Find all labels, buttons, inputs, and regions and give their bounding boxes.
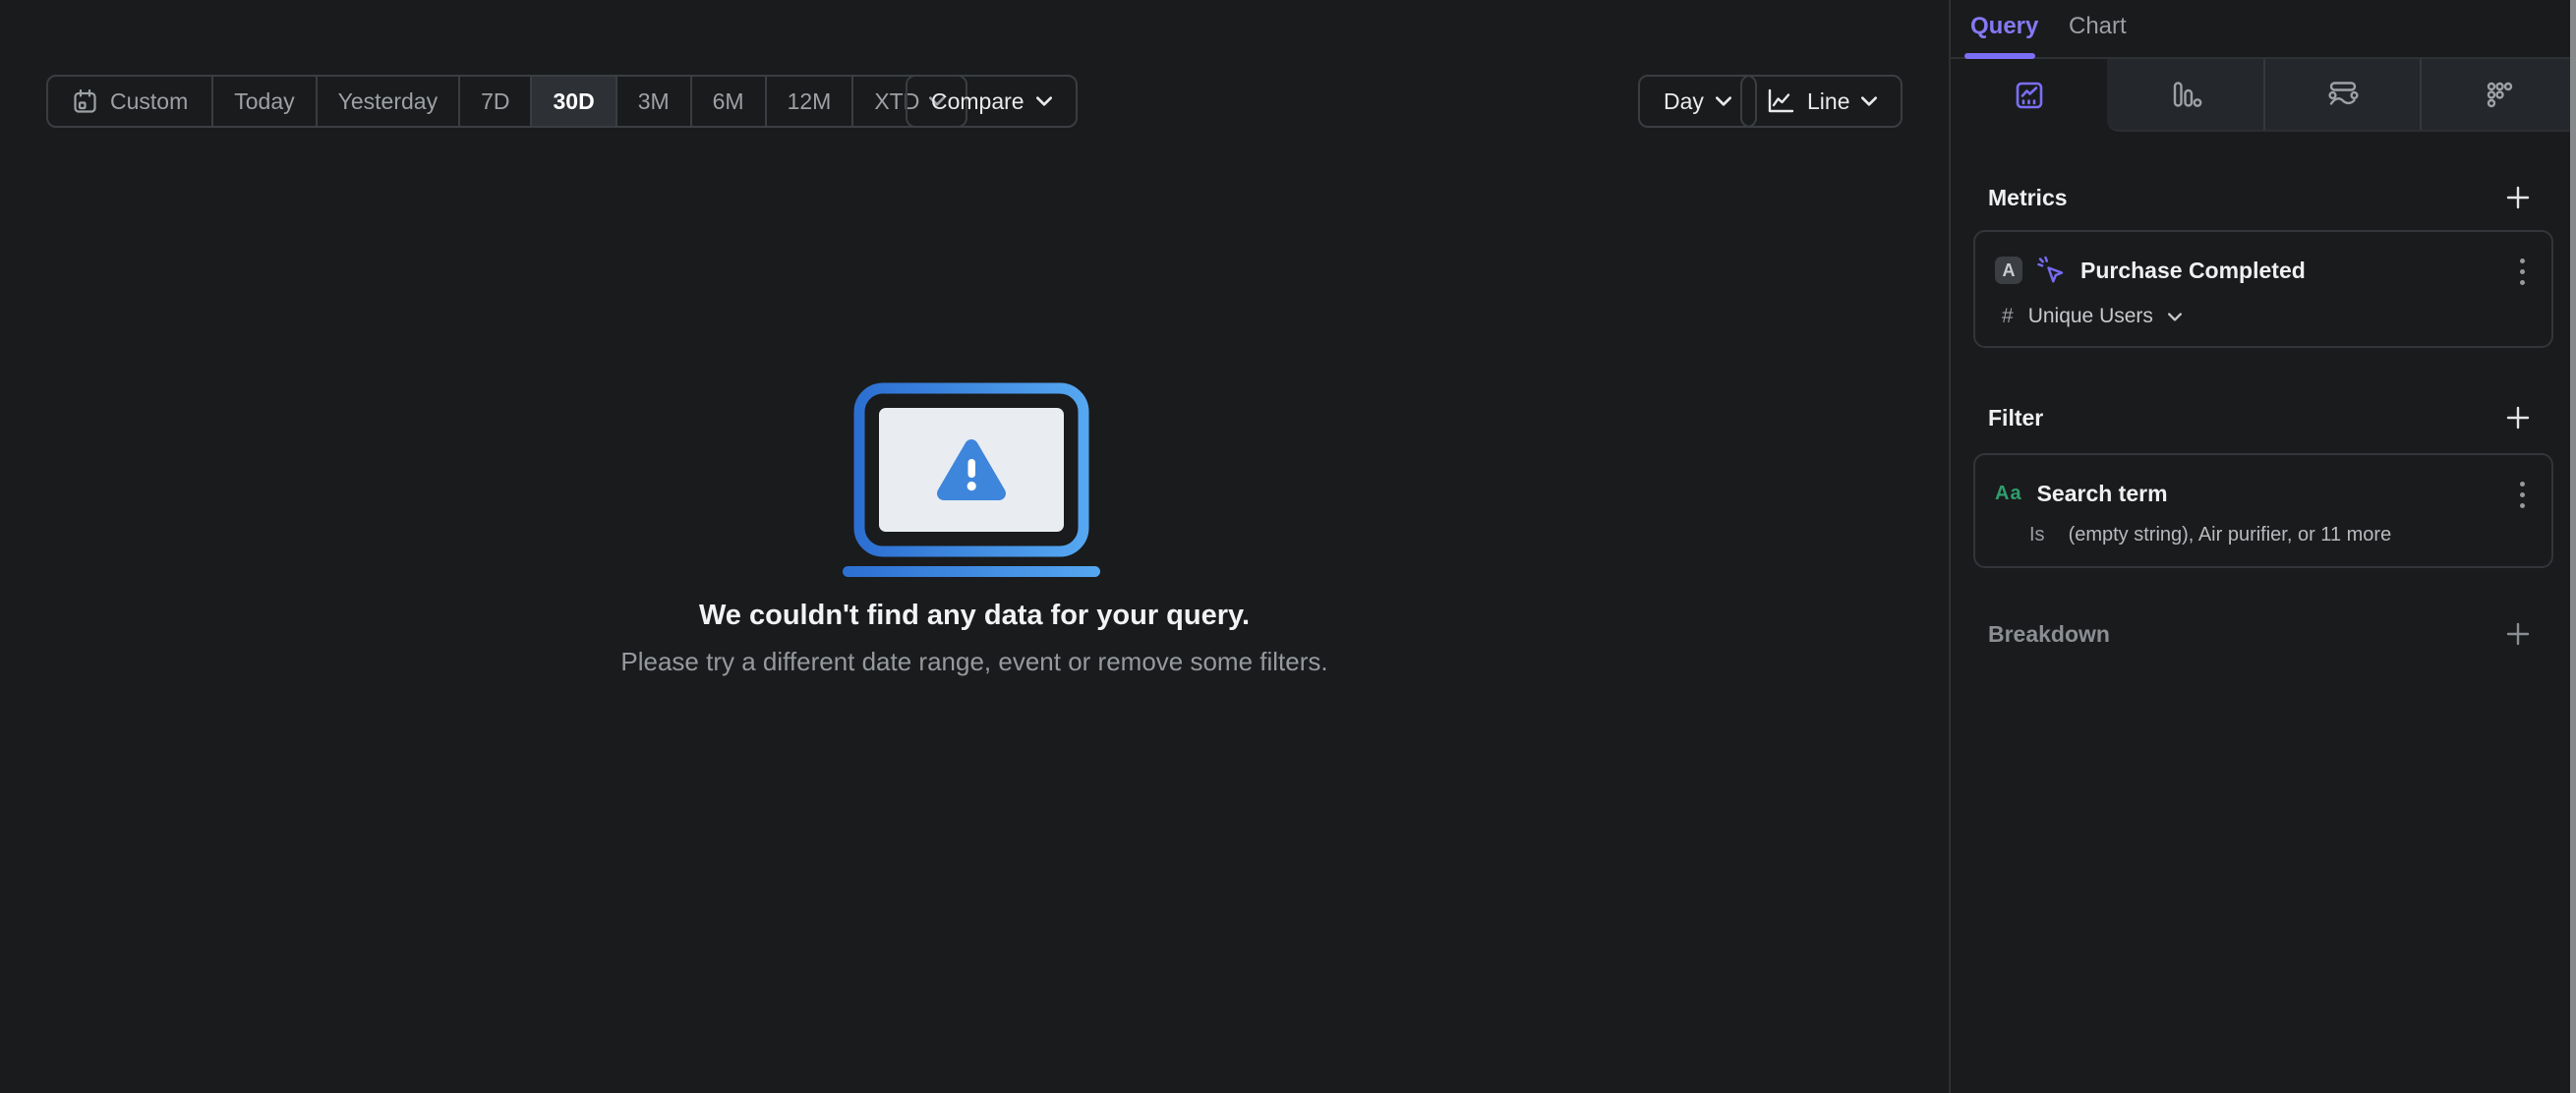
view-tab-insights[interactable] [1951,59,2107,132]
filter-options-menu[interactable] [2508,479,2536,510]
insights-line-chart-icon [2016,82,2042,109]
sidebar-tab-bar: Query Chart [1951,0,2576,59]
breakdown-section-header: Breakdown [1988,619,2533,649]
hash-icon: # [2002,305,2014,327]
scrollbar[interactable] [2570,0,2576,1093]
retention-dots-icon [2487,82,2512,108]
date-range-yesterday[interactable]: Yesterday [315,77,458,126]
flows-wave-icon [2327,82,2359,105]
compare-button[interactable]: Compare [906,75,1078,128]
date-range-selector: Custom Today Yesterday 7D 30D 3M 6M 12M … [46,75,968,128]
empty-state-title: We couldn't find any data for your query… [698,600,1251,631]
metric-event-row[interactable]: A Purchase Completed [1995,254,2306,287]
counting-method-label: Unique Users [2027,305,2153,327]
filter-operator: Is [2029,524,2045,546]
metric-event-name: Purchase Completed [2080,257,2306,283]
empty-state-subtitle: Please try a different date range, event… [620,647,1328,676]
query-builder-sidebar: Query Chart Metrics A Purchase Completed… [1949,0,2576,1093]
date-range-6m[interactable]: 6M [689,77,765,126]
tab-chart[interactable]: Chart [2069,13,2127,40]
filter-heading: Filter [1988,404,2044,431]
add-breakdown-button[interactable] [2503,619,2533,649]
filter-card: Aa Search term Is (empty string), Air pu… [1973,453,2553,568]
cursor-click-icon [2037,256,2064,283]
breakdown-heading: Breakdown [1988,620,2110,647]
chevron-down-icon [1715,96,1731,106]
add-metric-button[interactable] [2503,183,2533,212]
line-chart-icon [1768,88,1794,113]
view-tab-retention[interactable] [2420,59,2576,130]
filter-property-row[interactable]: Aa Search term [1995,477,2168,510]
date-range-12m[interactable]: 12M [764,77,852,126]
interval-select[interactable]: Day [1638,75,1757,128]
metrics-heading: Metrics [1988,184,2068,210]
filter-section-header: Filter [1988,403,2533,432]
date-range-today[interactable]: Today [211,77,315,126]
calendar-icon [74,88,96,113]
no-data-laptop-illustration [843,382,1100,577]
date-range-7d[interactable]: 7D [458,77,530,126]
filter-property-name: Search term [2036,480,2168,506]
chevron-down-icon [2167,312,2182,321]
add-filter-button[interactable] [2503,403,2533,432]
series-letter-badge: A [1995,257,2022,284]
chart-type-select[interactable]: Line [1740,75,1903,128]
chart-canvas-area: Custom Today Yesterday 7D 30D 3M 6M 12M … [0,0,1949,1093]
chevron-down-icon [1861,96,1878,106]
analysis-type-tabs [1951,59,2576,132]
filter-value: (empty string), Air purifier, or 11 more [2068,524,2392,546]
filter-condition-row[interactable]: Is (empty string), Air purifier, or 11 m… [2029,524,2391,546]
metric-card: A Purchase Completed # Unique Users [1973,230,2553,348]
inactive-view-tabs [2107,59,2576,132]
metric-options-menu[interactable] [2508,256,2536,287]
metric-counting-selector[interactable]: # Unique Users [2002,305,2182,328]
date-range-label: Custom [110,87,189,114]
view-tab-flows[interactable] [2263,59,2420,130]
chevron-down-icon [1035,96,1052,106]
funnel-bars-icon [2173,82,2201,107]
text-property-type-icon: Aa [1995,482,2022,504]
date-range-3m[interactable]: 3M [615,77,690,126]
view-tab-funnels[interactable] [2107,59,2263,130]
metrics-section-header: Metrics [1988,183,2533,212]
date-range-custom[interactable]: Custom [48,77,211,126]
tab-query[interactable]: Query [1970,13,2038,40]
date-range-30d[interactable]: 30D [530,77,615,126]
